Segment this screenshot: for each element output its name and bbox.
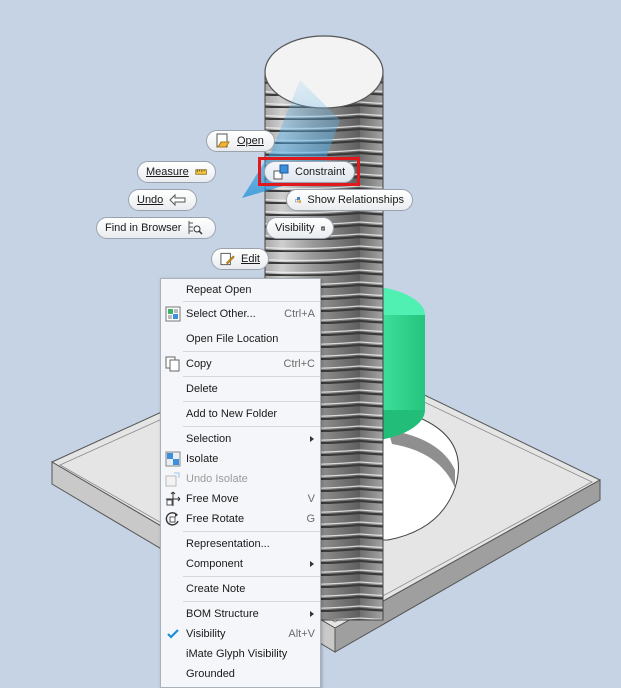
menu-item-copy[interactable]: Copy Ctrl+C — [161, 354, 320, 374]
menu-separator — [183, 401, 320, 402]
menu-item-label: iMate Glyph Visibility — [186, 648, 288, 660]
undo-arrow-icon — [169, 194, 186, 206]
undo-isolate-icon — [165, 472, 180, 487]
submenu-arrow-icon — [310, 611, 314, 617]
marking-menu-visibility-label: Visibility — [275, 222, 315, 234]
find-in-browser-icon — [188, 221, 203, 235]
menu-separator — [183, 531, 320, 532]
marking-menu-open[interactable]: Open — [206, 130, 275, 152]
menu-item-label: Grounded — [186, 668, 235, 680]
menu-separator — [183, 301, 320, 302]
menu-item-label: Copy — [186, 358, 212, 370]
menu-item-label: BOM Structure — [186, 608, 259, 620]
free-move-icon — [166, 491, 181, 506]
menu-item-label: Select Other... — [186, 308, 256, 320]
menu-item-shortcut: V — [307, 493, 315, 505]
menu-item-shortcut: G — [306, 513, 315, 525]
menu-item-label: Open File Location — [186, 333, 279, 345]
marking-menu-find-in-browser-label: Find in Browser — [105, 222, 182, 234]
menu-item-label: Undo Isolate — [186, 473, 248, 485]
marking-menu-edit-label: Edit — [241, 253, 260, 265]
menu-item-add-to-new-folder[interactable]: Add to New Folder — [161, 404, 320, 424]
menu-separator — [183, 601, 320, 602]
menu-item-repeat-open[interactable]: Repeat Open — [161, 280, 320, 300]
open-icon — [216, 133, 230, 148]
menu-separator — [183, 576, 320, 577]
marking-menu-edit[interactable]: Edit — [211, 248, 269, 270]
menu-item-label: Visibility — [186, 628, 226, 640]
menu-separator — [183, 426, 320, 427]
select-other-icon — [165, 306, 181, 322]
menu-item-label: Free Move — [186, 493, 239, 505]
menu-separator — [183, 376, 320, 377]
menu-item-label: Add to New Folder — [186, 408, 278, 420]
isolate-icon — [165, 451, 181, 467]
menu-item-label: Repeat Open — [186, 284, 252, 296]
menu-item-label: Isolate — [186, 453, 219, 465]
menu-item-isolate[interactable]: Isolate — [161, 449, 320, 469]
menu-item-create-note[interactable]: Create Note — [161, 579, 320, 599]
menu-item-shortcut: Ctrl+C — [283, 358, 315, 370]
marking-menu-undo-label: Undo — [137, 194, 164, 206]
marking-menu-measure[interactable]: Measure — [137, 161, 216, 183]
constraint-highlight-box — [258, 157, 360, 186]
menu-item-label: Create Note — [186, 583, 246, 595]
menu-item-bom-structure[interactable]: BOM Structure — [161, 604, 320, 624]
submenu-arrow-icon — [310, 561, 314, 567]
marking-menu-find-in-browser[interactable]: Find in Browser — [96, 217, 216, 239]
context-menu: Repeat Open Select Other... Ctrl+A Open … — [160, 278, 321, 688]
marking-menu-visibility[interactable]: Visibility — [266, 217, 334, 239]
marking-menu-show-relationships[interactable]: Show Relationships — [286, 189, 413, 211]
menu-item-label: Component — [186, 558, 243, 570]
checkmark-icon — [167, 629, 179, 639]
menu-item-shortcut: Ctrl+A — [284, 308, 315, 320]
menu-item-representation[interactable]: Representation... — [161, 534, 320, 554]
menu-item-label: Selection — [186, 433, 232, 445]
copy-icon — [165, 356, 180, 372]
menu-item-open-file-location[interactable]: Open File Location — [161, 329, 320, 349]
marking-menu-measure-label: Measure — [146, 166, 189, 178]
menu-item-shortcut: Alt+V — [288, 628, 315, 640]
menu-item-delete[interactable]: Delete — [161, 379, 320, 399]
menu-item-label: Free Rotate — [186, 513, 245, 525]
menu-item-free-rotate[interactable]: Free Rotate G — [161, 509, 320, 529]
menu-item-free-move[interactable]: Free Move V — [161, 489, 320, 509]
menu-item-component[interactable]: Component — [161, 554, 320, 574]
edit-icon — [220, 252, 235, 266]
menu-item-visibility[interactable]: Visibility Alt+V — [161, 624, 320, 644]
marking-menu-undo[interactable]: Undo — [128, 189, 197, 211]
menu-item-selection[interactable]: Selection — [161, 429, 320, 449]
menu-item-imate-glyph-visibility[interactable]: iMate Glyph Visibility — [161, 644, 320, 664]
menu-item-label: Delete — [186, 383, 218, 395]
checkbox-checked-icon — [320, 225, 325, 231]
relationships-icon — [295, 197, 302, 203]
submenu-arrow-icon — [310, 436, 314, 442]
measure-icon — [195, 169, 207, 175]
menu-item-grounded[interactable]: Grounded — [161, 664, 320, 684]
menu-item-undo-isolate[interactable]: Undo Isolate — [161, 469, 320, 489]
free-rotate-icon — [165, 512, 179, 526]
menu-separator — [183, 351, 320, 352]
marking-menu-show-relationships-label: Show Relationships — [307, 194, 404, 206]
marking-menu-open-label: Open — [237, 135, 264, 147]
menu-item-select-other[interactable]: Select Other... Ctrl+A — [161, 304, 320, 324]
menu-item-label: Representation... — [186, 538, 270, 550]
